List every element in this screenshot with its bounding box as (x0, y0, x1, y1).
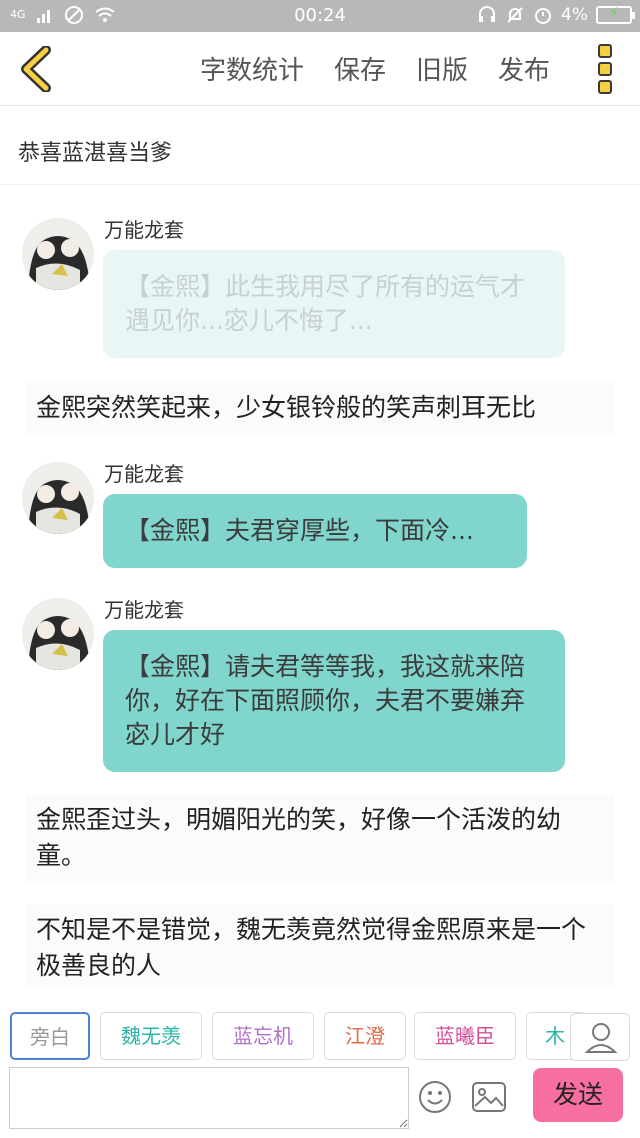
chip-wei-wuxian[interactable]: 魏无羡 (100, 1012, 202, 1060)
old-version-button[interactable]: 旧版 (416, 50, 468, 87)
message-author: 万能龙套 (104, 218, 184, 242)
chip-narrator[interactable]: 旁白 (10, 1012, 90, 1060)
dialog-bubble[interactable]: 【金熙】此生我用尽了所有的运气才遇见你...宓儿不悔了... (103, 250, 565, 358)
avatar (22, 218, 94, 290)
send-button[interactable]: 发送 (533, 1068, 623, 1122)
chip-lan-xichen[interactable]: 蓝曦臣 (414, 1012, 516, 1060)
header-actions: 字数统计 保存 旧版 发布 (200, 50, 550, 87)
chip-label: 蓝忘机 (233, 1024, 293, 1048)
battery-percent: 4% (561, 5, 588, 25)
headset-icon (479, 6, 496, 22)
character-selector: 旁白 魏无羡 蓝忘机 江澄 蓝曦臣 木 (0, 1010, 640, 1066)
message-author: 万能龙套 (104, 462, 184, 486)
narration-text[interactable]: 不知是不是错觉，魏无羡竟然觉得金熙原来是一个极善良的人 (26, 904, 614, 986)
editor-header: 字数统计 保存 旧版 发布 (0, 32, 640, 106)
chip-jiang-cheng[interactable]: 江澄 (324, 1012, 406, 1060)
save-button[interactable]: 保存 (334, 50, 386, 87)
story-content[interactable]: 万能龙套 【金熙】此生我用尽了所有的运气才遇见你...宓儿不悔了... 金熙突然… (0, 186, 640, 986)
back-chevron-icon[interactable] (16, 46, 56, 92)
word-count-button[interactable]: 字数统计 (200, 50, 304, 87)
avatar (22, 462, 94, 534)
more-vertical-icon[interactable] (598, 44, 616, 94)
chip-label: 蓝曦臣 (435, 1024, 495, 1048)
dialog-bubble[interactable]: 【金熙】夫君穿厚些，下面冷... (103, 494, 527, 568)
bell-muted-icon (507, 7, 523, 23)
chip-lan-wangji[interactable]: 蓝忘机 (212, 1012, 314, 1060)
alarm-icon (535, 8, 552, 24)
image-icon[interactable] (472, 1082, 506, 1112)
chip-label: 木 (545, 1024, 565, 1048)
document-title[interactable]: 恭喜蓝湛喜当爹 (0, 107, 640, 185)
narration-text[interactable]: 金熙突然笑起来，少女银铃般的笑声刺耳无比 (26, 382, 614, 434)
person-icon[interactable] (570, 1013, 630, 1061)
chip-label: 旁白 (30, 1025, 70, 1049)
publish-button[interactable]: 发布 (498, 50, 550, 87)
status-right: 4% ⚡ (477, 5, 635, 25)
chip-label: 江澄 (345, 1024, 385, 1048)
avatar (22, 598, 94, 670)
status-bar: 4G 00:24 4% ⚡ (0, 0, 640, 32)
dialog-bubble[interactable]: 【金熙】请夫君等等我，我这就来陪你，好在下面照顾你，夫君不要嫌弃宓儿才好 (103, 630, 565, 772)
chip-label: 魏无羡 (121, 1024, 181, 1048)
message-input[interactable] (9, 1067, 409, 1129)
battery-icon: ⚡ (596, 5, 635, 24)
narration-text[interactable]: 金熙歪过头，明媚阳光的笑，好像一个活泼的幼童。 (26, 794, 614, 882)
message-author: 万能龙套 (104, 598, 184, 622)
emoji-icon[interactable] (418, 1080, 452, 1114)
